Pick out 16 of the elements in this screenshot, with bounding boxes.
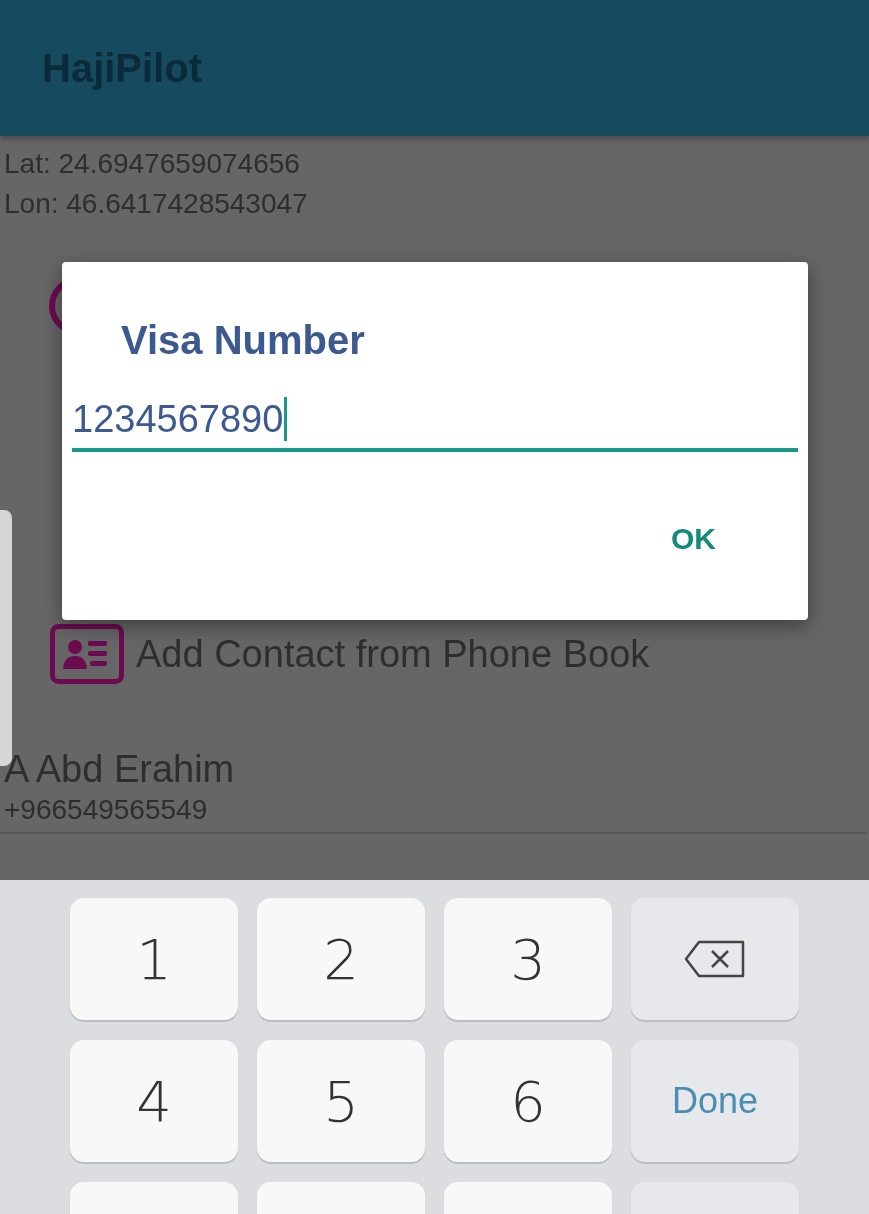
contact-name: A Abd Erahim xyxy=(4,747,236,792)
digit-key[interactable]: 6 xyxy=(444,1040,612,1162)
digit-key[interactable]: 4 xyxy=(70,1040,238,1162)
visa-number-field[interactable]: 1234567890 xyxy=(72,390,798,452)
contact-card-icon[interactable] xyxy=(50,624,124,684)
backspace-icon xyxy=(683,939,747,979)
digit-key[interactable]: 5 xyxy=(257,1040,425,1162)
digit-key[interactable]: 2 xyxy=(257,898,425,1020)
digit-key[interactable]: 3 xyxy=(444,898,612,1020)
contact-phone: +966549565549 xyxy=(4,793,209,827)
longitude-text: Lon: 46.6417428543047 xyxy=(4,187,309,221)
backspace-key[interactable] xyxy=(631,898,799,1020)
latitude-text: Lat: 24.6947659074656 xyxy=(4,147,301,181)
dialog-title: Visa Number xyxy=(120,317,366,364)
digit-key[interactable]: 1 xyxy=(70,898,238,1020)
ok-button[interactable]: OK xyxy=(641,514,746,564)
